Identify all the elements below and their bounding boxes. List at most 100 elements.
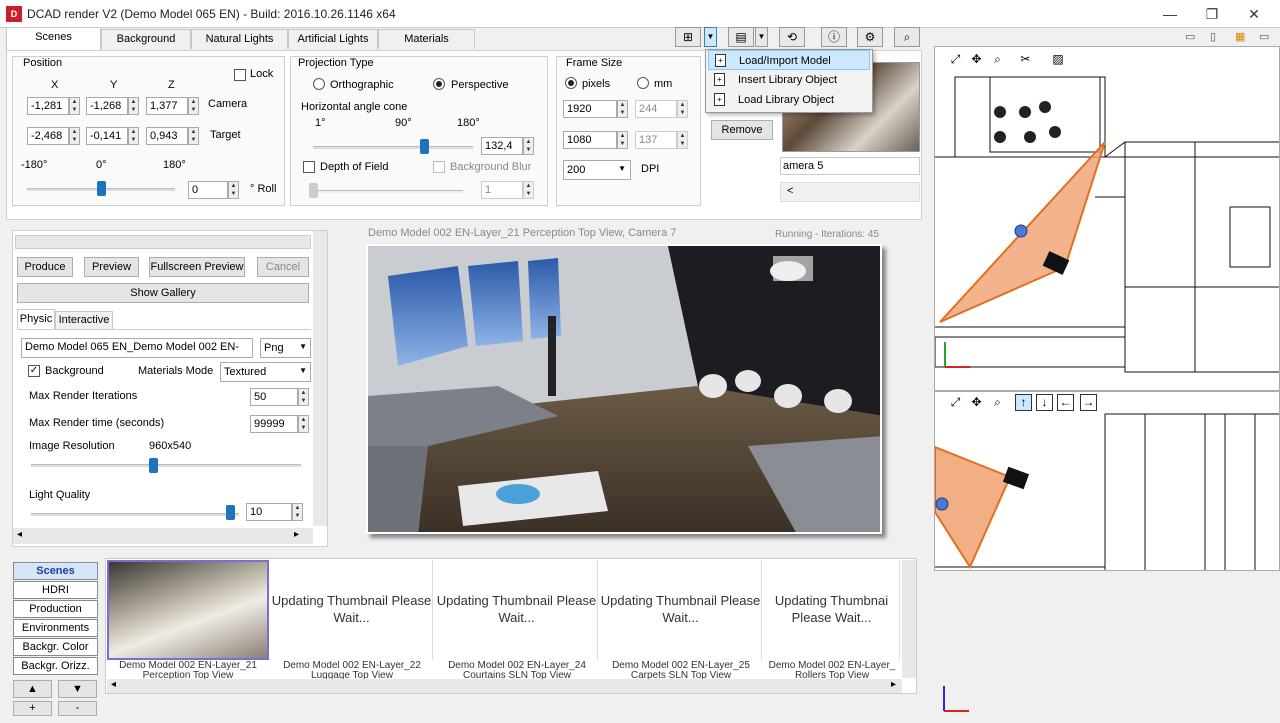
- remove-scene-button[interactable]: -: [58, 701, 97, 716]
- save-icon[interactable]: ▤: [728, 27, 754, 47]
- target-z-stepper[interactable]: ▲ ▼: [188, 127, 199, 145]
- produce-button[interactable]: Produce: [17, 257, 73, 277]
- maximize-button[interactable]: ❐: [1192, 0, 1232, 28]
- pan-icon-2[interactable]: ✥: [968, 394, 985, 411]
- zoom-extents-icon[interactable]: ⤢: [947, 51, 964, 68]
- tab-materials[interactable]: Materials: [378, 29, 475, 49]
- view-left-icon[interactable]: ←: [1057, 394, 1074, 411]
- materials-mode-select[interactable]: Textured ▼: [220, 362, 311, 382]
- light-quality-slider-track[interactable]: [31, 513, 239, 516]
- light-quality-slider-thumb[interactable]: [226, 505, 235, 520]
- camera-z-input[interactable]: 1,377: [146, 97, 188, 115]
- roll-input[interactable]: 0: [188, 181, 228, 199]
- image-resolution-slider-thumb[interactable]: [149, 458, 158, 473]
- depth-of-field-checkbox[interactable]: [303, 161, 315, 173]
- nav-environments[interactable]: Environments: [13, 619, 98, 637]
- save-dropdown-button[interactable]: ▼: [755, 27, 768, 47]
- show-gallery-button[interactable]: Show Gallery: [17, 283, 309, 303]
- remove-camera-button[interactable]: Remove: [711, 120, 773, 140]
- cancel-button[interactable]: Cancel: [257, 257, 309, 277]
- roll-stepper[interactable]: ▲ ▼: [228, 181, 239, 199]
- frame-width-mm-input[interactable]: 244: [635, 100, 677, 118]
- nav-scenes[interactable]: Scenes: [13, 562, 98, 580]
- render-panel-vertical-scrollbar[interactable]: [313, 231, 327, 526]
- orthographic-radio[interactable]: [313, 78, 325, 90]
- frame-width-input[interactable]: 1920: [563, 100, 617, 118]
- gallery-tile-3[interactable]: Updating Thumbnail Please Wait...: [600, 560, 762, 660]
- blur-slider-track[interactable]: [313, 190, 463, 193]
- mm-radio[interactable]: [637, 77, 649, 89]
- info-icon[interactable]: ⓘ: [821, 27, 847, 47]
- move-up-button[interactable]: ▲: [13, 680, 52, 698]
- nav-background-color[interactable]: Backgr. Color: [13, 638, 98, 656]
- target-y-stepper[interactable]: ▲ ▼: [128, 127, 139, 145]
- select-tool-icon[interactable]: ✂: [1017, 51, 1034, 68]
- angle-slider-thumb[interactable]: [420, 139, 429, 154]
- light-quality-stepper[interactable]: ▲ ▼: [292, 503, 303, 521]
- tab-natural-lights[interactable]: Natural Lights: [191, 29, 288, 49]
- target-z-input[interactable]: 0,943: [146, 127, 188, 145]
- target-x-input[interactable]: -2,468: [27, 127, 69, 145]
- camera-x-stepper[interactable]: ▲ ▼: [69, 97, 80, 115]
- nav-hdri[interactable]: HDRI: [13, 581, 98, 599]
- roll-slider-thumb[interactable]: [97, 181, 106, 196]
- max-iterations-input[interactable]: 50: [250, 388, 298, 406]
- layout-2-icon[interactable]: ▯: [1210, 30, 1216, 43]
- settings-gear-icon[interactable]: ⚙: [857, 27, 883, 47]
- gallery-horizontal-scrollbar[interactable]: ◂ ▸: [107, 679, 902, 693]
- layout-3-icon[interactable]: ▭: [1259, 30, 1269, 43]
- frame-height-stepper[interactable]: ▲ ▼: [617, 131, 628, 149]
- render-panel-horizontal-scrollbar[interactable]: ◂ ▸: [13, 528, 313, 544]
- max-render-time-input[interactable]: 99999: [250, 415, 298, 433]
- frame-height-mm-stepper[interactable]: ▲ ▼: [677, 131, 688, 149]
- perspective-radio[interactable]: [433, 78, 445, 90]
- menu-item-load-import-model[interactable]: + Load/Import Model: [708, 50, 870, 70]
- camera-name-field[interactable]: amera 5: [780, 157, 920, 175]
- image-resolution-slider-track[interactable]: [31, 464, 301, 467]
- rotate-icon[interactable]: ⟲: [779, 27, 805, 47]
- gallery-tile-4[interactable]: Updating Thumbnai Please Wait...: [764, 560, 900, 660]
- cad-third-view[interactable]: [934, 571, 1280, 720]
- import-dropdown-button[interactable]: ▼: [704, 27, 717, 47]
- camera-list-scrollbar[interactable]: <: [780, 182, 920, 202]
- max-render-time-stepper[interactable]: ▲ ▼: [298, 415, 309, 433]
- pixels-radio[interactable]: [565, 77, 577, 89]
- frame-width-stepper[interactable]: ▲ ▼: [617, 100, 628, 118]
- camera-x-input[interactable]: -1,281: [27, 97, 69, 115]
- lock-checkbox[interactable]: [234, 69, 246, 81]
- zoom-icon-2[interactable]: ⌕: [989, 394, 1006, 411]
- camera-z-stepper[interactable]: ▲ ▼: [188, 97, 199, 115]
- fullscreen-preview-button[interactable]: Fullscreen Preview: [149, 257, 245, 277]
- close-button[interactable]: ✕: [1234, 0, 1274, 28]
- frame-height-input[interactable]: 1080: [563, 131, 617, 149]
- max-iterations-stepper[interactable]: ▲ ▼: [298, 388, 309, 406]
- light-quality-input[interactable]: 10: [246, 503, 292, 521]
- camera-y-input[interactable]: -1,268: [86, 97, 128, 115]
- preview-button[interactable]: Preview: [84, 257, 139, 277]
- blur-slider-thumb[interactable]: [309, 183, 318, 198]
- cad-top-view[interactable]: ⤢ ✥ ⌕ ✂ ▨: [934, 46, 1280, 391]
- cad-side-view[interactable]: ⤢ ✥ ⌕ ↑ ↓ ← →: [934, 391, 1280, 571]
- gallery-tile-2[interactable]: Updating Thumbnail Please Wait...: [436, 560, 598, 660]
- nav-background-horizon[interactable]: Backgr. Orizz.: [13, 657, 98, 675]
- menu-item-load-library-object[interactable]: + Load Library Object: [708, 90, 870, 110]
- dpi-select[interactable]: 200 ▼: [563, 160, 631, 180]
- zoom-icon[interactable]: ⌕: [989, 51, 1006, 68]
- view-bottom-icon[interactable]: ↓: [1036, 394, 1053, 411]
- blur-input[interactable]: 1: [481, 181, 523, 199]
- minimize-button[interactable]: —: [1150, 0, 1190, 28]
- nav-production[interactable]: Production: [13, 600, 98, 618]
- gallery-vertical-scrollbar[interactable]: [902, 560, 916, 678]
- tab-artificial-lights[interactable]: Artificial Lights: [288, 29, 378, 49]
- background-blur-checkbox[interactable]: [433, 161, 445, 173]
- blur-stepper[interactable]: ▲ ▼: [523, 181, 534, 199]
- format-select[interactable]: Png ▼: [260, 338, 311, 358]
- add-scene-button[interactable]: +: [13, 701, 52, 716]
- gallery-tile-1[interactable]: Updating Thumbnail Please Wait...: [271, 560, 433, 660]
- image-view-icon[interactable]: ▨: [1045, 51, 1071, 68]
- tab-scenes[interactable]: Scenes: [6, 27, 101, 50]
- gallery-tile-0[interactable]: [107, 560, 269, 660]
- tab-physic[interactable]: Physic: [17, 309, 55, 329]
- zoom-extents-icon-2[interactable]: ⤢: [947, 394, 964, 411]
- output-filename-input[interactable]: Demo Model 065 EN_Demo Model 002 EN-: [21, 338, 253, 358]
